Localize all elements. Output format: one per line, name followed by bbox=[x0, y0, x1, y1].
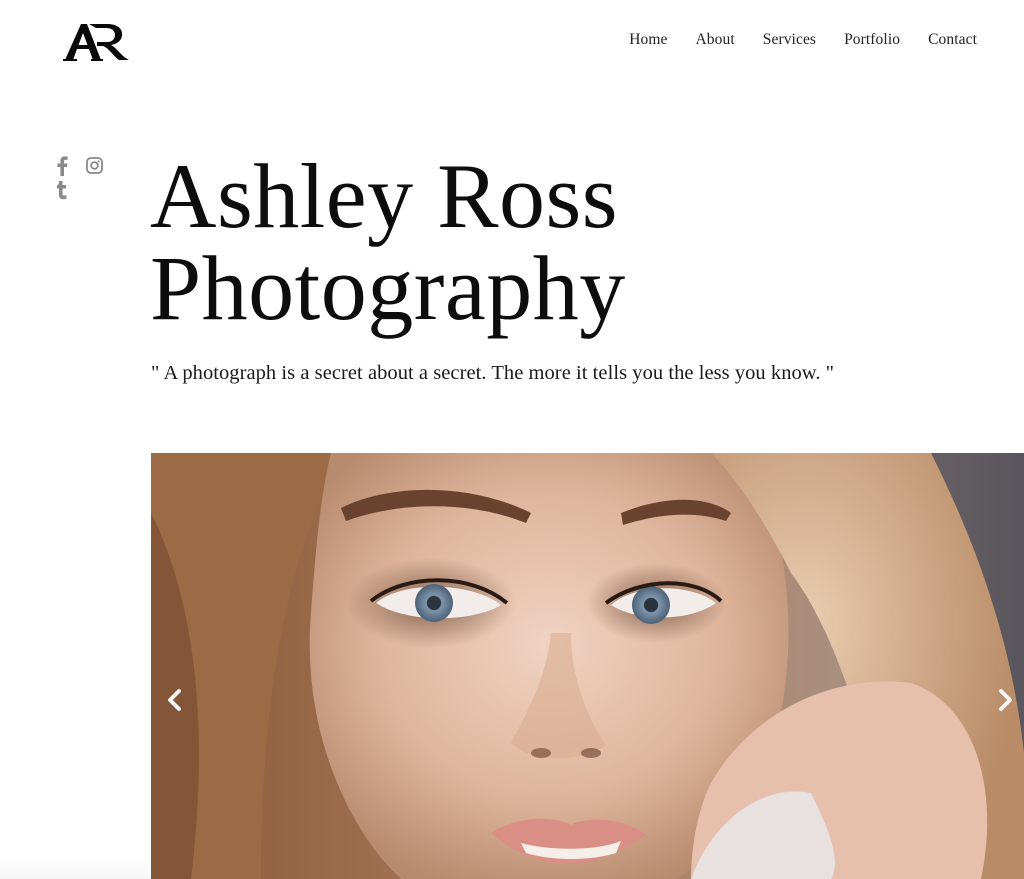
nav-portfolio[interactable]: Portfolio bbox=[844, 31, 900, 49]
slider-next-button[interactable] bbox=[993, 686, 1017, 714]
instagram-icon[interactable] bbox=[86, 157, 103, 174]
logo[interactable] bbox=[63, 18, 131, 64]
main-nav: Home About Services Portfolio Contact bbox=[601, 31, 977, 49]
ar-monogram-logo bbox=[63, 24, 129, 61]
nav-home[interactable]: Home bbox=[629, 31, 667, 49]
facebook-icon[interactable] bbox=[56, 156, 68, 176]
title-line-1: Ashley Ross bbox=[150, 145, 619, 247]
slider-prev-button[interactable] bbox=[163, 686, 187, 714]
portrait-photo bbox=[151, 453, 1024, 879]
page-title: Ashley Ross Photography bbox=[150, 150, 626, 334]
nav-about[interactable]: About bbox=[696, 31, 735, 49]
page-bottom-edge bbox=[0, 858, 151, 879]
chevron-right-icon bbox=[999, 689, 1012, 711]
nav-contact[interactable]: Contact bbox=[928, 31, 977, 49]
chevron-left-icon bbox=[168, 689, 181, 711]
hero-quote: " A photograph is a secret about a secre… bbox=[151, 362, 835, 384]
social-links bbox=[52, 154, 112, 204]
hero-slider[interactable] bbox=[151, 453, 1024, 879]
tumblr-icon[interactable] bbox=[56, 180, 68, 200]
title-line-2: Photography bbox=[150, 237, 626, 339]
nav-services[interactable]: Services bbox=[763, 31, 816, 49]
